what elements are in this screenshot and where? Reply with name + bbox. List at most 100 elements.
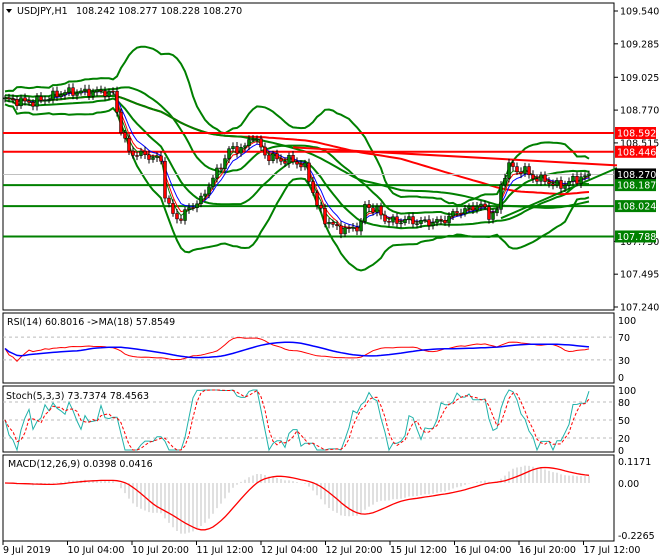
time-tick-label: 10 Jul 04:00 bbox=[68, 545, 125, 556]
time-tick-label: 16 Jul 04:00 bbox=[455, 545, 512, 556]
candle-body bbox=[291, 155, 295, 163]
candle-body bbox=[163, 160, 167, 199]
candle-body bbox=[479, 203, 483, 207]
main-panel[interactable] bbox=[2, 2, 615, 311]
rsi-tick-label: 0 bbox=[618, 373, 624, 384]
candle-body bbox=[271, 153, 275, 161]
candle-body bbox=[83, 88, 87, 92]
candle-body bbox=[243, 145, 247, 148]
candle-body bbox=[299, 163, 303, 168]
candle-body bbox=[103, 90, 107, 97]
candle-body bbox=[203, 193, 207, 197]
chart-window[interactable]: 109.540109.285109.025108.770108.515107.7… bbox=[0, 0, 660, 560]
candle-body bbox=[179, 218, 183, 221]
stoch-title: Stoch(5,3,3) 73.7374 78.4563 bbox=[6, 391, 149, 402]
candle-body bbox=[583, 175, 587, 178]
rsi-tick-label: 100 bbox=[618, 316, 636, 327]
candle-body bbox=[403, 219, 407, 224]
time-tick-label: 12 Jul 20:00 bbox=[326, 545, 383, 556]
candle-body bbox=[351, 226, 355, 229]
candle-body bbox=[467, 206, 471, 209]
candle-body bbox=[587, 173, 591, 176]
candle-body bbox=[139, 150, 143, 156]
candle-body bbox=[579, 176, 583, 184]
candle-body bbox=[575, 175, 579, 184]
rsi-tick-label: 70 bbox=[618, 333, 630, 344]
candle-body bbox=[375, 206, 379, 213]
macd-tick-label: 0.00 bbox=[618, 479, 639, 490]
candle-body bbox=[3, 97, 7, 100]
candle-body bbox=[211, 177, 215, 188]
candle-body bbox=[7, 97, 11, 100]
candle-body bbox=[15, 99, 19, 107]
candle-body bbox=[43, 99, 47, 102]
candle-body bbox=[91, 91, 95, 97]
price-tick-label: 109.025 bbox=[620, 73, 659, 84]
candle-body bbox=[111, 90, 115, 93]
candle-body bbox=[255, 138, 259, 141]
time-tick-label: 12 Jul 04:00 bbox=[261, 545, 318, 556]
candle-body bbox=[23, 97, 27, 102]
candle-body bbox=[323, 207, 327, 225]
candle-body bbox=[511, 162, 515, 167]
candle-body bbox=[263, 146, 267, 156]
candle-body bbox=[247, 139, 251, 147]
stoch-tick-label: 20 bbox=[618, 434, 630, 445]
candle-body bbox=[227, 148, 231, 159]
rsi-title: RSI(14) 60.8016 ->MA(18) 57.8549 bbox=[7, 317, 175, 328]
candle-body bbox=[283, 160, 287, 164]
candle-body bbox=[343, 227, 347, 235]
candle-body bbox=[355, 226, 359, 232]
candle-body bbox=[535, 178, 539, 182]
candle-body bbox=[59, 94, 63, 97]
candle-body bbox=[71, 87, 75, 96]
macd-tick-label: 0.1171 bbox=[618, 457, 651, 468]
candle-body bbox=[407, 216, 411, 220]
candle-body bbox=[191, 207, 195, 209]
candle-body bbox=[87, 88, 91, 97]
candle-body bbox=[275, 153, 279, 160]
price-tag-label: 107.788 bbox=[617, 232, 656, 243]
candle-body bbox=[67, 87, 71, 93]
candle-body bbox=[359, 221, 363, 232]
candle-body bbox=[31, 102, 35, 107]
candle-body bbox=[279, 158, 283, 162]
candle-body bbox=[63, 92, 67, 96]
time-tick-label: 10 Jul 20:00 bbox=[132, 545, 189, 556]
candle-body bbox=[387, 220, 391, 223]
candle-body bbox=[75, 92, 79, 96]
candle-body bbox=[427, 219, 431, 226]
candle-body bbox=[419, 220, 423, 224]
candle-body bbox=[443, 220, 447, 224]
candle-body bbox=[411, 216, 415, 225]
candle-body bbox=[123, 132, 127, 139]
candle-body bbox=[507, 162, 511, 179]
candle-body bbox=[159, 155, 163, 162]
candle-body bbox=[19, 97, 23, 107]
candle-body bbox=[423, 219, 427, 221]
candle-body bbox=[79, 90, 83, 94]
candle-body bbox=[311, 181, 315, 193]
price-tag-label: 108.024 bbox=[617, 202, 656, 213]
candle-body bbox=[379, 206, 383, 216]
candle-body bbox=[151, 157, 155, 160]
chart-canvas[interactable]: 109.540109.285109.025108.770108.515107.7… bbox=[0, 0, 660, 560]
stoch-tick-label: 100 bbox=[618, 386, 636, 397]
candle-body bbox=[495, 209, 499, 214]
candle-body bbox=[543, 174, 547, 182]
candle-body bbox=[315, 192, 319, 206]
candle-body bbox=[563, 184, 567, 189]
candle-body bbox=[335, 224, 339, 227]
candle-body bbox=[555, 180, 559, 186]
candle-body bbox=[435, 219, 439, 223]
candle-body bbox=[363, 204, 367, 222]
candle-body bbox=[115, 90, 119, 113]
candle-body bbox=[347, 227, 351, 229]
candle-body bbox=[523, 166, 527, 174]
candle-body bbox=[307, 162, 311, 182]
candle-body bbox=[155, 155, 159, 158]
price-tag-label: 108.592 bbox=[617, 129, 656, 140]
candle-body bbox=[171, 203, 175, 214]
candle-body bbox=[455, 211, 459, 214]
candle-body bbox=[551, 183, 555, 186]
